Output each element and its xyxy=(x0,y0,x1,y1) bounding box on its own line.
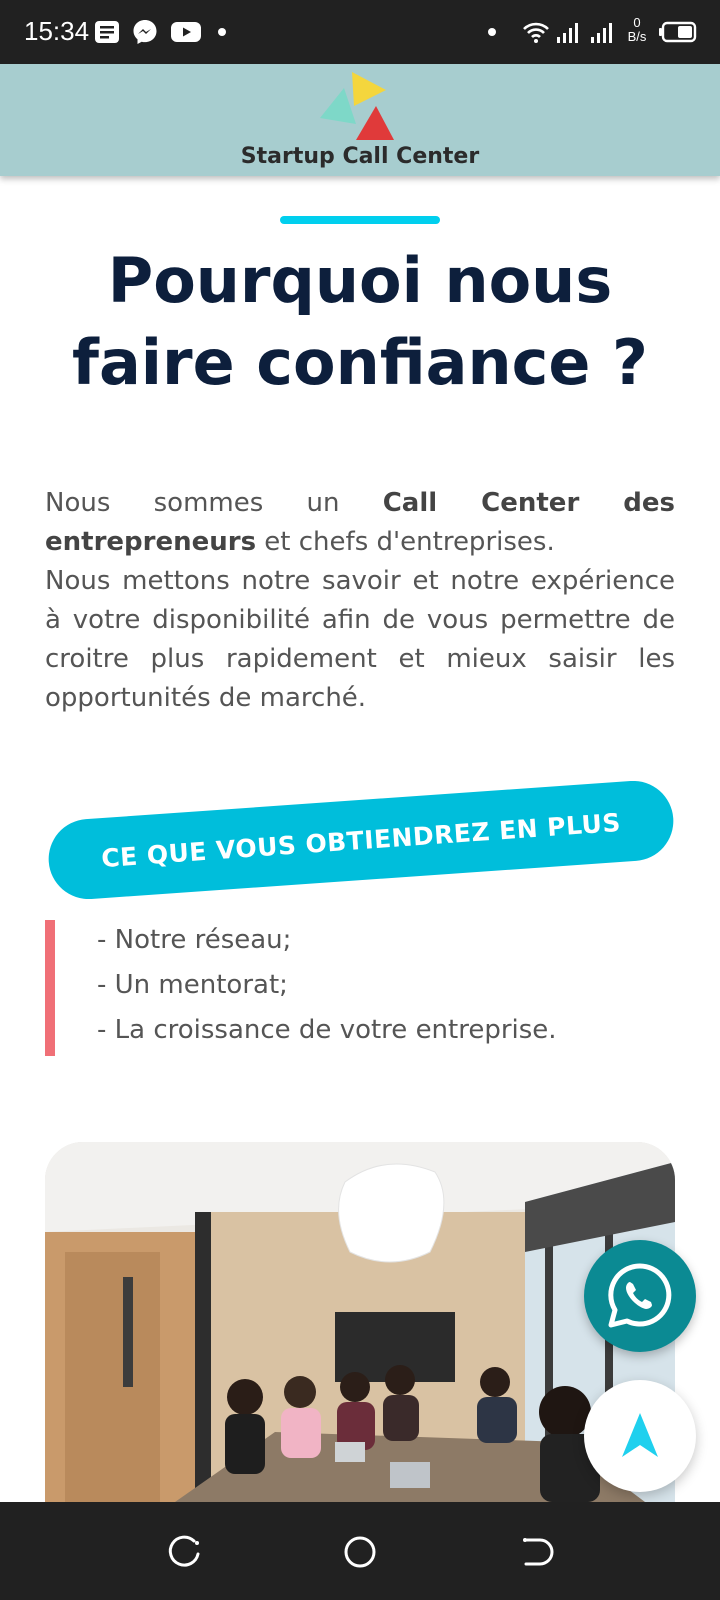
network-speed: 0 B/s xyxy=(620,16,654,44)
signal-icon xyxy=(557,23,578,43)
notification-dot-icon xyxy=(218,28,226,36)
cta-banner-label: CE QUE VOUS OBTIENDREZ EN PLUS xyxy=(45,778,677,902)
arrow-up-icon xyxy=(622,1413,658,1457)
benefit-item: - Un mentorat; xyxy=(97,970,288,1000)
whatsapp-icon xyxy=(608,1263,672,1328)
whatsapp-button[interactable] xyxy=(584,1240,696,1352)
page-title: Pourquoi nous faire confiance ? xyxy=(30,240,690,404)
status-bar: 15:34 0 B/s xyxy=(0,0,720,64)
brand-name[interactable]: Startup Call Center xyxy=(0,144,720,169)
notes-icon xyxy=(95,21,119,43)
intro-suffix: et chefs d'entreprises. xyxy=(256,527,555,557)
meeting-photo xyxy=(45,1142,675,1502)
back-icon[interactable] xyxy=(516,1532,556,1572)
title-accent-bar xyxy=(280,216,440,224)
benefits-list: - Notre réseau; - Un mentorat; - La croi… xyxy=(45,920,675,1056)
wifi-icon xyxy=(523,22,549,43)
intro-prefix: Nous sommes un xyxy=(45,488,383,518)
home-icon[interactable] xyxy=(340,1532,380,1572)
intro-text: Nous sommes un Call Center des entrepren… xyxy=(45,484,675,718)
page-title-line-2: faire confiance ? xyxy=(71,326,649,399)
intro-paragraph-2: Nous mettons notre savoir et notre expér… xyxy=(45,566,675,713)
network-speed-unit: B/s xyxy=(627,29,647,44)
recents-icon[interactable] xyxy=(164,1532,204,1572)
messenger-icon xyxy=(133,20,157,44)
benefit-item: - La croissance de votre entreprise. xyxy=(97,1015,557,1045)
youtube-icon xyxy=(171,22,201,42)
logo-icon[interactable] xyxy=(320,68,410,146)
scroll-to-top-button[interactable] xyxy=(584,1380,696,1492)
signal-icon-2 xyxy=(591,23,612,43)
battery-icon xyxy=(659,21,697,43)
page-title-line-1: Pourquoi nous xyxy=(107,244,613,317)
system-nav-bar xyxy=(0,1502,720,1600)
cta-banner: CE QUE VOUS OBTIENDREZ EN PLUS xyxy=(45,778,677,902)
status-dot-icon xyxy=(488,28,496,36)
site-header: Startup Call Center xyxy=(0,64,720,176)
status-time: 15:34 xyxy=(24,16,90,46)
meeting-photo-illustration xyxy=(45,1142,675,1502)
network-speed-value: 0 xyxy=(633,15,641,30)
benefit-item: - Notre réseau; xyxy=(97,925,292,955)
